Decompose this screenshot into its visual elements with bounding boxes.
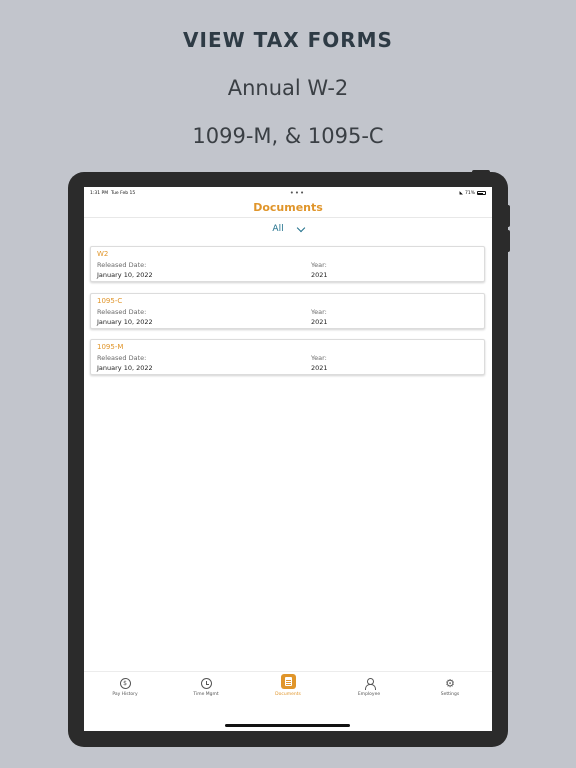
promo-title: VIEW TAX FORMS xyxy=(183,28,393,52)
year-value: 2021 xyxy=(311,271,328,279)
year-value: 2021 xyxy=(311,364,328,372)
status-time-date: 1:31 PM Tue Feb 15 xyxy=(90,191,135,196)
status-bar: 1:31 PM Tue Feb 15 ••• ◣ 71% xyxy=(90,189,486,197)
app-screen: 1:31 PM Tue Feb 15 ••• ◣ 71% Documents A… xyxy=(84,187,492,731)
released-date-label: Released Date: xyxy=(97,308,147,316)
document-card-1095-m[interactable]: 1095-M Released Date: January 10, 2022 Y… xyxy=(90,339,485,375)
promo-subtitle-w2: Annual W-2 xyxy=(227,76,349,100)
tab-documents[interactable]: Documents xyxy=(258,674,318,697)
document-name: 1095-C xyxy=(97,297,123,305)
filter-selected-value: All xyxy=(272,224,284,234)
wifi-icon: ◣ xyxy=(459,190,463,196)
document-icon xyxy=(280,674,296,689)
year-label: Year: xyxy=(311,308,327,316)
tab-label: Pay History xyxy=(112,692,138,697)
status-time: 1:31 PM xyxy=(90,190,109,196)
person-icon xyxy=(364,678,376,690)
released-date-label: Released Date: xyxy=(97,261,147,269)
year-label: Year: xyxy=(311,261,327,269)
battery-icon xyxy=(476,191,486,195)
chevron-down-icon xyxy=(296,223,305,232)
dollar-circle-icon: $ xyxy=(119,678,131,689)
document-name: W2 xyxy=(97,250,109,258)
document-card-1095-c[interactable]: 1095-C Released Date: January 10, 2022 Y… xyxy=(90,293,485,329)
tab-employee[interactable]: Employee xyxy=(339,674,399,697)
year-value: 2021 xyxy=(311,318,328,326)
tab-time-mgmt[interactable]: Time Mgmt xyxy=(176,674,236,697)
clock-icon xyxy=(200,678,212,689)
document-name: 1095-M xyxy=(97,343,124,351)
tab-pay-history[interactable]: $ Pay History xyxy=(95,674,155,697)
tab-label: Employee xyxy=(357,692,381,697)
tab-bar: $ Pay History Time Mgmt Documents Employ… xyxy=(84,671,492,731)
released-date-value: January 10, 2022 xyxy=(97,271,153,279)
promo-subtitle-forms: 1099-M, & 1095-C xyxy=(192,124,384,148)
home-indicator[interactable] xyxy=(225,724,350,727)
tab-label: Documents xyxy=(275,692,301,697)
document-card-w2[interactable]: W2 Released Date: January 10, 2022 Year:… xyxy=(90,246,485,282)
page-title: Documents xyxy=(253,201,323,214)
multitasking-dots-icon[interactable]: ••• xyxy=(290,189,305,197)
released-date-value: January 10, 2022 xyxy=(97,318,153,326)
battery-percent: 71% xyxy=(464,190,475,196)
document-filter-dropdown[interactable]: All xyxy=(84,223,492,234)
status-indicators: ◣ 71% xyxy=(460,191,486,196)
tab-settings[interactable]: ⚙ Settings xyxy=(420,674,480,697)
status-date: Tue Feb 15 xyxy=(111,190,136,196)
gear-icon: ⚙ xyxy=(445,677,455,690)
year-label: Year: xyxy=(311,354,327,362)
released-date-label: Released Date: xyxy=(97,354,147,362)
tab-label: Settings xyxy=(440,692,460,697)
tab-label: Time Mgmt xyxy=(193,692,219,697)
header-divider xyxy=(84,217,492,218)
released-date-value: January 10, 2022 xyxy=(97,364,153,372)
